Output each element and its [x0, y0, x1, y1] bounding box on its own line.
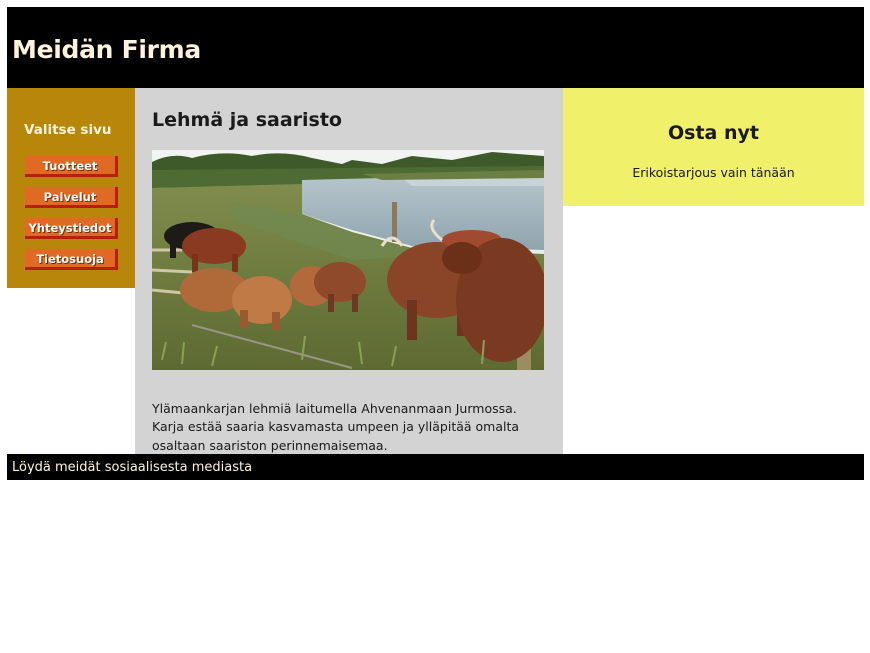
footer-text: Löydä meidät sosiaalisesta mediasta [12, 460, 253, 475]
site-header: Meidän Firma [7, 7, 864, 88]
sidebar-nav: Valitse sivu Tuotteet Palvelut Yhteystie… [7, 88, 135, 288]
promo-title: Osta nyt [668, 122, 759, 144]
nav-button-tuotteet[interactable]: Tuotteet [25, 156, 118, 177]
promo-text: Erikoistarjous vain tänään [632, 165, 795, 180]
main-article: Lehmä ja saaristo Ylämaankarjan lehmiä l… [135, 88, 563, 454]
nav-button-palvelut[interactable]: Palvelut [25, 187, 118, 208]
cattle-photo [152, 150, 544, 370]
nav-button-tietosuoja[interactable]: Tietosuoja [25, 249, 118, 270]
article-caption: Ylämaankarjan lehmiä laitumella Ahvenanm… [152, 400, 520, 453]
nav-button-yhteystiedot[interactable]: Yhteystiedot [25, 218, 118, 239]
promo-box: Osta nyt Erikoistarjous vain tänään [563, 88, 864, 206]
site-footer: Löydä meidät sosiaalisesta mediasta [7, 454, 864, 480]
site-title: Meidän Firma [12, 35, 201, 64]
article-title: Lehmä ja saaristo [152, 109, 342, 131]
sidebar-heading: Valitse sivu [24, 122, 112, 138]
